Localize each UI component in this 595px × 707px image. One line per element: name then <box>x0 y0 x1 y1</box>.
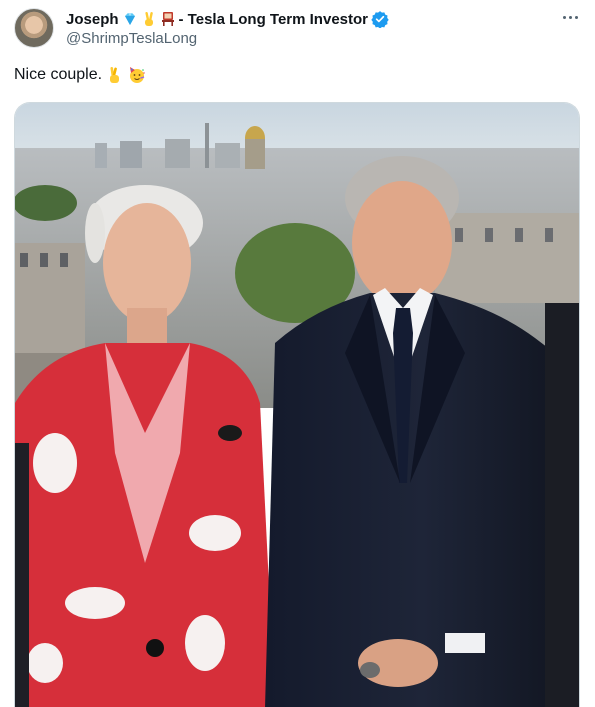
chair-icon <box>160 11 176 27</box>
more-horizontal-icon[interactable] <box>559 10 581 24</box>
verified-badge-icon[interactable] <box>371 10 389 28</box>
display-name[interactable]: Joseph <box>66 11 119 28</box>
tweet-text: Nice couple. <box>14 66 146 84</box>
display-name-suffix[interactable]: - Tesla Long Term Investor <box>179 11 368 28</box>
crossed-fingers-icon <box>106 66 124 84</box>
tweet-header: Joseph - Tesla Long Term Investor @Shrim… <box>14 8 581 52</box>
victory-hand-icon <box>141 11 157 27</box>
tweet-photo[interactable] <box>14 102 580 707</box>
handle[interactable]: @ShrimpTeslaLong <box>66 30 389 47</box>
display-name-line[interactable]: Joseph - Tesla Long Term Investor <box>66 9 389 29</box>
partying-face-icon <box>128 66 146 84</box>
avatar[interactable] <box>14 8 54 48</box>
gem-icon <box>122 11 138 27</box>
photo-image <box>15 103 579 707</box>
tweet-text-body: Nice couple. <box>14 66 103 83</box>
author-names: Joseph - Tesla Long Term Investor @Shrim… <box>66 9 389 47</box>
